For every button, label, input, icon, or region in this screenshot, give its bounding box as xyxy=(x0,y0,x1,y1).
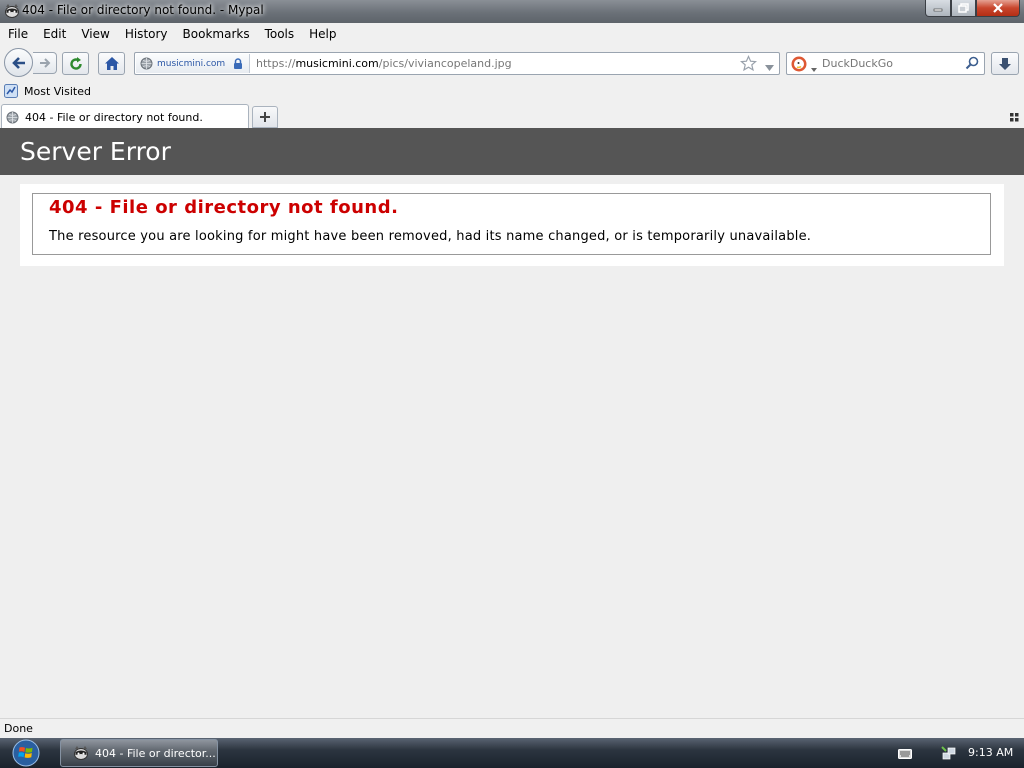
error-box: 404 - File or directory not found. The r… xyxy=(32,193,991,255)
back-arrow-icon xyxy=(11,56,25,69)
close-icon xyxy=(993,3,1003,13)
minimize-icon xyxy=(933,8,943,12)
navigation-toolbar: musicmini.com https://musicmini.com/pics… xyxy=(0,45,1024,80)
url-scheme: https:// xyxy=(256,57,296,70)
menu-view[interactable]: View xyxy=(76,27,114,41)
content-panel: 404 - File or directory not found. The r… xyxy=(20,184,1004,266)
minimize-button[interactable] xyxy=(925,0,951,17)
mypal-app-icon[interactable] xyxy=(4,3,20,19)
search-engine-dropdown-icon[interactable] xyxy=(811,61,817,75)
error-message: The resource you are looking for might h… xyxy=(49,229,812,244)
bookmark-star-icon[interactable] xyxy=(739,55,758,75)
forward-button[interactable] xyxy=(33,52,57,74)
bookmarks-toolbar: Most Visited xyxy=(0,82,1024,102)
system-clock[interactable]: 9:13 AM xyxy=(968,746,1013,759)
globe-icon xyxy=(6,111,19,123)
lock-icon xyxy=(234,57,243,69)
tab-strip: 404 - File or directory not found. xyxy=(0,102,1024,129)
reload-button[interactable] xyxy=(62,52,89,75)
identity-site-label: musicmini.com xyxy=(157,58,226,69)
taskbar-task-mypal[interactable]: 404 - File or director... xyxy=(60,739,218,767)
home-icon xyxy=(104,57,119,70)
forward-arrow-icon xyxy=(39,58,50,68)
status-bar: Done xyxy=(0,718,1024,738)
menu-edit[interactable]: Edit xyxy=(38,27,71,41)
page-content: Server Error 404 - File or directory not… xyxy=(0,128,1024,718)
close-button[interactable] xyxy=(976,0,1020,17)
url-path: /pics/viviancopeland.jpg xyxy=(378,57,512,70)
site-identity-button[interactable]: musicmini.com xyxy=(136,54,250,73)
most-visited-label: Most Visited xyxy=(24,84,91,98)
new-tab-button[interactable] xyxy=(252,106,278,128)
url-text[interactable]: https://musicmini.com/pics/viviancopelan… xyxy=(256,57,512,70)
search-bar[interactable] xyxy=(786,52,985,75)
menu-file[interactable]: File xyxy=(3,27,33,41)
server-error-header: Server Error xyxy=(0,128,1024,175)
error-title: 404 - File or directory not found. xyxy=(49,197,399,218)
mypal-app-icon xyxy=(74,746,88,760)
taskbar-task-label: 404 - File or director... xyxy=(95,746,216,760)
downloads-button[interactable] xyxy=(991,52,1019,75)
keyboard-icon[interactable] xyxy=(898,748,912,762)
menu-help[interactable]: Help xyxy=(304,27,341,41)
menu-history[interactable]: History xyxy=(120,27,173,41)
home-button[interactable] xyxy=(98,52,125,75)
url-bar[interactable]: musicmini.com https://musicmini.com/pics… xyxy=(134,52,780,75)
tab-label: 404 - File or directory not found. xyxy=(25,110,203,124)
network-icon[interactable] xyxy=(941,745,957,764)
url-host: musicmini.com xyxy=(295,57,379,70)
status-text: Done xyxy=(4,722,33,735)
back-button[interactable] xyxy=(4,48,33,77)
restore-icon xyxy=(958,3,969,13)
start-button[interactable] xyxy=(4,738,48,768)
windows-taskbar: 404 - File or director... 9:13 AM xyxy=(0,738,1024,768)
reload-icon xyxy=(69,56,82,70)
download-arrow-icon xyxy=(999,57,1011,70)
search-icon[interactable] xyxy=(965,56,979,73)
search-input[interactable] xyxy=(822,56,962,71)
restore-button[interactable] xyxy=(951,0,976,17)
most-visited-icon xyxy=(4,84,18,98)
menu-tools[interactable]: Tools xyxy=(260,27,300,41)
menu-bookmarks[interactable]: Bookmarks xyxy=(178,27,255,41)
page-title: Server Error xyxy=(20,137,171,166)
url-history-dropdown-icon[interactable] xyxy=(765,60,774,74)
tab-active[interactable]: 404 - File or directory not found. xyxy=(1,104,249,129)
window-title-bar[interactable]: 404 - File or directory not found. - Myp… xyxy=(0,0,1024,23)
list-all-tabs-icon[interactable] xyxy=(1010,111,1019,125)
menu-bar: File Edit View History Bookmarks Tools H… xyxy=(0,23,1024,45)
bookmark-most-visited[interactable]: Most Visited xyxy=(4,84,91,98)
plus-icon xyxy=(260,112,270,122)
windows-logo-icon xyxy=(12,739,40,767)
window-title: 404 - File or directory not found. - Myp… xyxy=(22,3,264,17)
duckduckgo-engine-icon[interactable] xyxy=(791,56,807,72)
globe-icon xyxy=(140,57,153,70)
